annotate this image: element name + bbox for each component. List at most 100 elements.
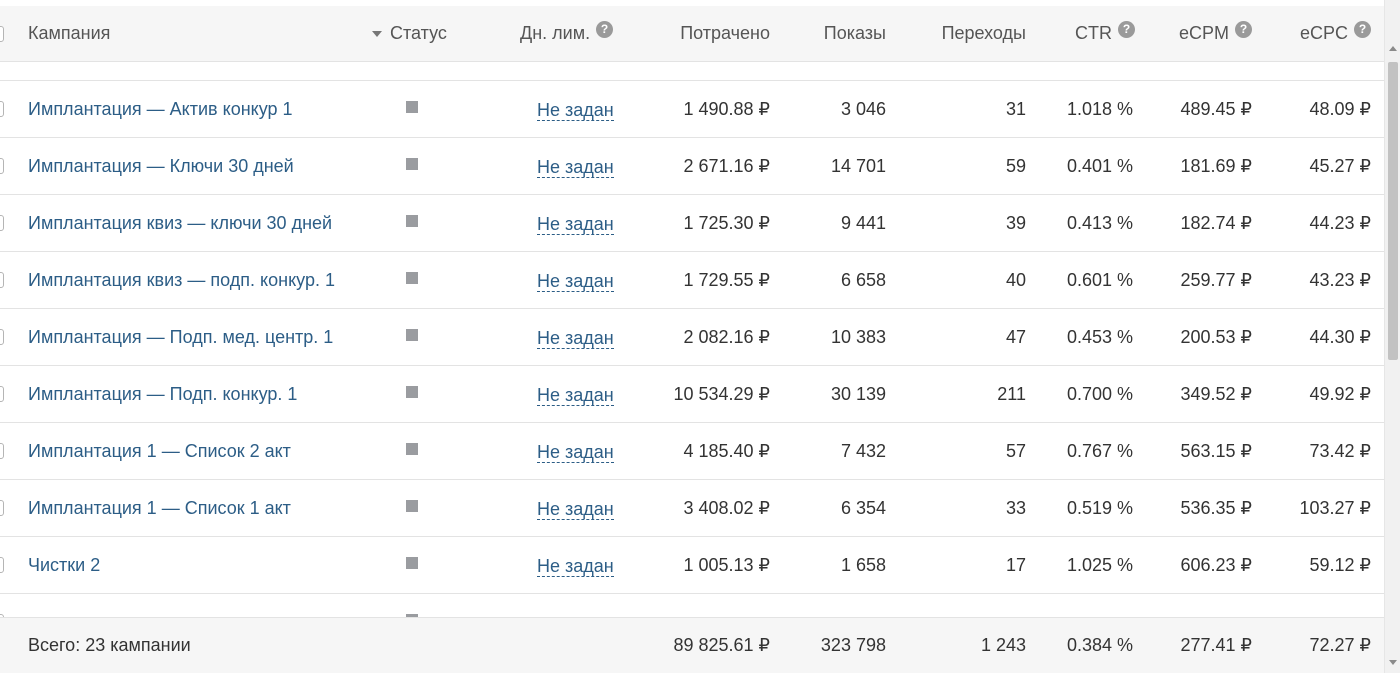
campaign-name-cell: Имплантация квиз — ключи 30 дней — [28, 195, 368, 251]
row-checkbox[interactable] — [0, 443, 4, 459]
row-checkbox[interactable] — [0, 329, 4, 345]
status-cell — [370, 81, 460, 137]
shows-cell: 6 354 — [840, 497, 886, 518]
campaign-name-link[interactable]: Имплантация квиз — подп. конкур. 1 — [28, 270, 335, 291]
stop-square-icon[interactable] — [406, 500, 418, 512]
question-circle-icon[interactable]: ? — [1118, 21, 1135, 38]
daily-limit-link[interactable]: Не задан — [537, 157, 614, 178]
ecpm-cell: 489.45 ₽ — [1180, 98, 1252, 119]
ecpc-cell: 73.42 ₽ — [1309, 440, 1372, 461]
scroll-down-arrow-icon[interactable] — [1389, 660, 1397, 665]
row-checkbox[interactable] — [0, 500, 4, 516]
table-row[interactable]: Имплантация — Ключи 30 дней Не задан 2 6… — [0, 138, 1384, 195]
daily-limit-link[interactable]: Не задан — [537, 442, 614, 463]
status-cell — [370, 423, 460, 479]
campaign-name-link[interactable]: Чистки 2 — [28, 555, 100, 576]
campaign-name-link[interactable]: Имплантация 1 — Список 1 акт — [28, 498, 291, 519]
spent-cell: 1 490.88 ₽ — [683, 98, 770, 119]
question-circle-icon[interactable]: ? — [1354, 21, 1371, 38]
daily-limit-link[interactable]: Не задан — [537, 271, 614, 292]
select-all-checkbox[interactable] — [0, 26, 4, 42]
row-checkbox[interactable] — [0, 386, 4, 402]
daily-limit-link[interactable]: Не задан — [537, 214, 614, 235]
daily-limit-cell: Не задан — [500, 480, 620, 536]
header-shows[interactable]: Показы — [780, 6, 886, 61]
campaign-name-link[interactable]: Имплантация — Актив конкур 1 — [28, 99, 293, 120]
campaign-name-link[interactable]: Имплантация квиз — ключи 30 дней — [28, 213, 332, 234]
vertical-scrollbar[interactable] — [1384, 0, 1400, 673]
header-daily-limit-label: Дн. лим. — [520, 23, 591, 43]
scroll-up-arrow-icon[interactable] — [1389, 46, 1397, 51]
shows-cell: 10 383 — [830, 326, 886, 347]
ecpc-cell: 48.09 ₽ — [1309, 98, 1372, 119]
header-status[interactable]: Статус — [372, 6, 462, 61]
daily-limit-cell: Не задан — [500, 366, 620, 422]
ecpm-cell: 606.23 ₽ — [1180, 554, 1252, 575]
campaign-name-link[interactable]: Имплантация — Подп. конкур. 1 — [28, 384, 297, 405]
table-row[interactable]: Имплантация квиз — подп. конкур. 1 Не за… — [0, 252, 1384, 309]
shows-cell: 1 658 — [840, 554, 886, 575]
stop-square-icon[interactable] — [406, 557, 418, 569]
daily-limit-cell: Не задан — [500, 423, 620, 479]
header-spent-label: Потрачено — [680, 23, 770, 43]
daily-limit-link[interactable]: Не задан — [537, 100, 614, 121]
clicks-cell: 39 — [1005, 212, 1026, 233]
header-spent[interactable]: Потрачено — [620, 6, 770, 61]
header-ecpc[interactable]: eCPC ? — [1260, 6, 1371, 61]
status-cell — [370, 309, 460, 365]
daily-limit-cell: Не задан — [500, 138, 620, 194]
stop-square-icon[interactable] — [406, 329, 418, 341]
row-checkbox[interactable] — [0, 272, 4, 288]
table-row[interactable]: Имплантация квиз — ключи 30 дней Не зада… — [0, 195, 1384, 252]
table-row[interactable]: Имплантация — Подп. конкур. 1 Не задан 1… — [0, 366, 1384, 423]
campaign-name-link[interactable]: Имплантация 1 — Список 2 акт — [28, 441, 291, 462]
total-spent: 89 825.61 ₽ — [673, 635, 770, 655]
header-campaign[interactable]: Кампания — [28, 6, 368, 61]
campaign-name-link[interactable]: Имплантация — Подп. мед. центр. 1 — [28, 327, 333, 348]
question-circle-icon[interactable]: ? — [1235, 21, 1252, 38]
stop-square-icon[interactable] — [406, 386, 418, 398]
stop-square-icon[interactable] — [406, 215, 418, 227]
ecpm-cell: 563.15 ₽ — [1180, 440, 1252, 461]
ecpc-cell: 59.12 ₽ — [1309, 554, 1372, 575]
stop-square-icon[interactable] — [406, 443, 418, 455]
table-row[interactable]: Чистки 2 Не задан 1 005.13 ₽ 1 658 17 1.… — [0, 537, 1384, 594]
spent-cell: 1 729.55 ₽ — [683, 269, 770, 290]
row-checkbox[interactable] — [0, 557, 4, 573]
table-row[interactable]: Имплантация — Актив конкур 1 Не задан 1 … — [0, 81, 1384, 138]
total-ecpc: 72.27 ₽ — [1309, 635, 1372, 655]
shows-cell: 7 432 — [840, 440, 886, 461]
clicks-cell: 57 — [1005, 440, 1026, 461]
spent-cell: 2 671.16 ₽ — [683, 155, 770, 176]
stop-square-icon[interactable] — [406, 272, 418, 284]
header-clicks[interactable]: Переходы — [900, 6, 1026, 61]
table-row[interactable]: Имплантация — Подп. мед. центр. 1 Не зад… — [0, 309, 1384, 366]
row-checkbox[interactable] — [0, 215, 4, 231]
clicks-cell: 33 — [1005, 497, 1026, 518]
header-ctr-label: CTR — [1075, 23, 1112, 43]
clicks-cell: 47 — [1005, 326, 1026, 347]
table-row[interactable]: Имплантация 1 — Список 1 акт Не задан 3 … — [0, 480, 1384, 537]
stop-square-icon[interactable] — [406, 101, 418, 113]
spent-cell: 1 005.13 ₽ — [683, 554, 770, 575]
status-cell — [370, 195, 460, 251]
table-row[interactable]: Имплантация 1 — Список 2 акт Не задан 4 … — [0, 423, 1384, 480]
row-checkbox[interactable] — [0, 101, 4, 117]
header-shows-label: Показы — [823, 23, 886, 43]
daily-limit-link[interactable]: Не задан — [537, 328, 614, 349]
header-ctr[interactable]: CTR ? — [1040, 6, 1135, 61]
status-cell — [370, 480, 460, 536]
header-ecpm[interactable]: eCPM ? — [1140, 6, 1252, 61]
campaign-name-cell: Имплантация 1 — Список 2 акт — [28, 423, 368, 479]
row-checkbox[interactable] — [0, 158, 4, 174]
daily-limit-cell: Не задан — [500, 309, 620, 365]
header-status-label: Статус — [390, 23, 447, 43]
question-circle-icon[interactable]: ? — [596, 21, 614, 38]
daily-limit-link[interactable]: Не задан — [537, 385, 614, 406]
campaigns-table-body: Имплантация — Актив конкур 1 Не задан 1 … — [0, 0, 1384, 673]
daily-limit-link[interactable]: Не задан — [537, 556, 614, 577]
campaign-name-link[interactable]: Имплантация — Ключи 30 дней — [28, 156, 294, 177]
daily-limit-link[interactable]: Не задан — [537, 499, 614, 520]
scrollbar-thumb[interactable] — [1388, 62, 1398, 360]
stop-square-icon[interactable] — [406, 158, 418, 170]
